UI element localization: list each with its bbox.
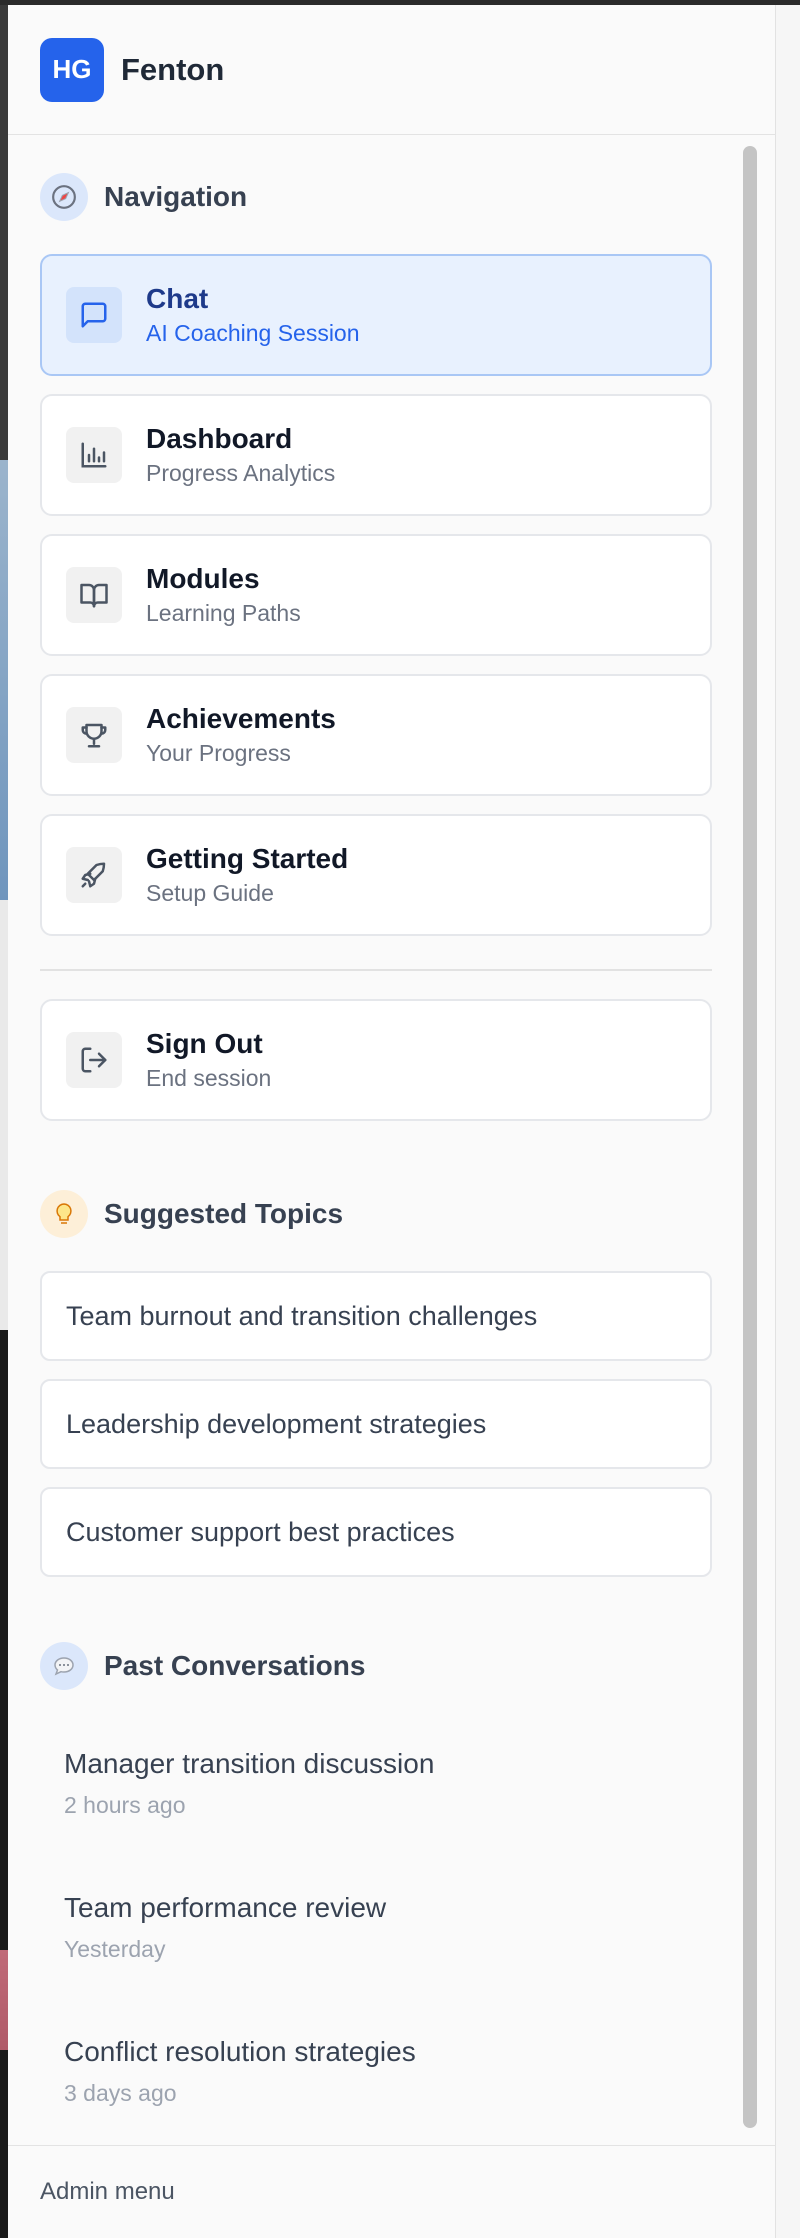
sign-out-label: Sign Out xyxy=(146,1028,263,1059)
sign-out-button[interactable]: Sign Out End session xyxy=(40,999,712,1121)
speech-bubble-icon xyxy=(40,1642,88,1690)
nav-item-subtitle: Your Progress xyxy=(146,740,291,766)
suggested-topics-header: Suggested Topics xyxy=(40,1190,343,1238)
conversation-item[interactable]: Team performance review Yesterday xyxy=(64,1890,704,1964)
chat-bubble-icon xyxy=(66,287,122,343)
nav-item-text: Chat AI Coaching Session xyxy=(146,281,360,349)
suggested-topic-item[interactable]: Customer support best practices xyxy=(40,1487,712,1577)
open-book-icon xyxy=(66,567,122,623)
nav-item-label: Modules xyxy=(146,563,260,594)
nav-item-modules[interactable]: Modules Learning Paths xyxy=(40,534,712,656)
conversation-item[interactable]: Manager transition discussion 2 hours ag… xyxy=(64,1746,704,1820)
sidebar-header: HG Fenton xyxy=(8,5,776,135)
sign-out-subtitle: End session xyxy=(146,1065,272,1091)
navigation-section-header: Navigation xyxy=(40,173,247,221)
nav-item-subtitle: Setup Guide xyxy=(146,880,274,906)
nav-item-subtitle: Progress Analytics xyxy=(146,460,336,486)
conversation-time: Yesterday xyxy=(64,1936,166,1962)
nav-item-text: Modules Learning Paths xyxy=(146,561,301,629)
suggested-topics-title: Suggested Topics xyxy=(104,1198,344,1229)
suggested-topic-item[interactable]: Leadership development strategies xyxy=(40,1379,712,1469)
nav-item-chat[interactable]: Chat AI Coaching Session xyxy=(40,254,712,376)
conversation-title: Manager transition discussion xyxy=(64,1748,435,1779)
background-right-strip xyxy=(776,5,800,2238)
nav-item-label: Chat xyxy=(146,283,209,314)
nav-item-text: Getting Started Setup Guide xyxy=(146,841,348,909)
nav-item-dashboard[interactable]: Dashboard Progress Analytics xyxy=(40,394,712,516)
sidebar-panel: HG Fenton Navigation Chat AI Coaching Se… xyxy=(8,5,776,2238)
conversation-title: Team performance review xyxy=(64,1892,387,1923)
navigation-title: Navigation xyxy=(104,181,248,212)
conversation-time: 3 days ago xyxy=(64,2080,177,2106)
nav-item-text: Dashboard Progress Analytics xyxy=(146,421,335,489)
conversation-title: Conflict resolution strategies xyxy=(64,2036,416,2067)
compass-icon xyxy=(40,173,88,221)
conversation-item[interactable]: Conflict resolution strategies 3 days ag… xyxy=(64,2034,704,2108)
nav-item-getting-started[interactable]: Getting Started Setup Guide xyxy=(40,814,712,936)
sign-out-icon xyxy=(66,1032,122,1088)
nav-item-subtitle: AI Coaching Session xyxy=(146,320,360,346)
brand-name: Fenton xyxy=(121,51,225,87)
admin-menu-button[interactable]: Admin menu xyxy=(8,2145,776,2238)
rocket-icon xyxy=(66,847,122,903)
nav-item-label: Dashboard xyxy=(146,423,293,454)
app-logo[interactable]: HG xyxy=(40,37,104,102)
nav-item-subtitle: Learning Paths xyxy=(146,600,301,626)
trophy-icon xyxy=(66,707,122,763)
nav-divider xyxy=(40,969,712,971)
nav-item-achievements[interactable]: Achievements Your Progress xyxy=(40,674,712,796)
nav-item-text: Achievements Your Progress xyxy=(146,701,336,769)
lightbulb-icon xyxy=(40,1190,88,1238)
suggested-topic-item[interactable]: Team burnout and transition challenges xyxy=(40,1271,712,1361)
conversation-time: 2 hours ago xyxy=(64,1792,186,1818)
admin-menu-label: Admin menu xyxy=(40,2178,175,2205)
sidebar-scroll-area: Navigation Chat AI Coaching Session Dash… xyxy=(8,136,776,2150)
background-window xyxy=(0,0,8,2238)
nav-item-label: Getting Started xyxy=(146,843,349,874)
nav-item-label: Achievements xyxy=(146,703,336,734)
sidebar-scrollbar[interactable] xyxy=(740,144,760,2136)
scrollbar-thumb[interactable] xyxy=(743,146,757,2128)
nav-item-text: Sign Out End session xyxy=(146,1026,271,1094)
past-conversations-title: Past Conversations xyxy=(104,1650,366,1681)
past-conversations-header: Past Conversations xyxy=(40,1642,365,1690)
bar-chart-icon xyxy=(66,427,122,483)
